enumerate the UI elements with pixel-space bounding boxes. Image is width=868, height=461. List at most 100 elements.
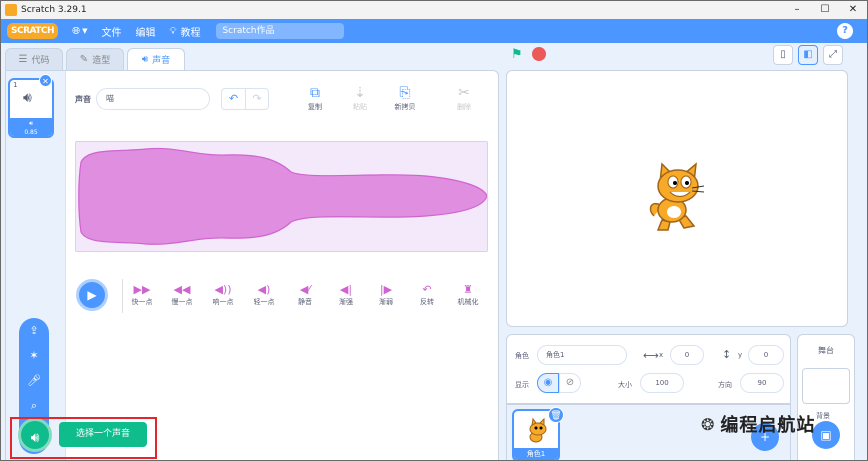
effect-reverse-label: 反转 <box>420 298 434 306</box>
effect-faster-label: 快一点 <box>131 298 153 306</box>
sprite-item-label: 角色1 <box>514 448 558 460</box>
sound-name-input[interactable]: 喵 <box>96 88 210 110</box>
paste-label: 粘贴 <box>353 103 367 111</box>
effect-faster[interactable]: ▶▶ 快一点 <box>122 283 162 307</box>
project-title-input[interactable]: Scratch作品 <box>216 23 345 39</box>
wechat-icon: ❂ <box>701 414 715 434</box>
large-stage-button[interactable]: ◧ <box>798 45 818 65</box>
paste-button[interactable]: ⇣ 粘贴 <box>340 85 380 112</box>
new-copy-icon: ⎘ <box>399 85 411 101</box>
sound-list: 1 🔊︎ 🔊︎ 0.85 ✕ ⇪ ✶ 🎤︎ ⌕ 🔊︎ <box>6 71 66 460</box>
effect-slower[interactable]: ◀◀ 慢一点 <box>162 283 202 307</box>
effect-fade-in-label: 渐强 <box>339 298 353 306</box>
edit-menu-label: 编辑 <box>135 27 156 39</box>
stage[interactable] <box>506 70 848 327</box>
window-title: Scratch 3.29.1 <box>21 5 87 15</box>
slower-icon: ◀◀ <box>173 283 191 296</box>
sprite-name-label: 角色 <box>515 352 529 360</box>
add-backdrop-button[interactable]: ▣ <box>812 421 840 449</box>
sound-duration: 0.85 <box>24 129 38 136</box>
watermark: ❂ 编程启航站 <box>701 411 815 437</box>
faster-icon: ▶▶ <box>133 283 151 296</box>
app-window: Scratch 3.29.1 – ☐ ✕ SCRATCH 🌐︎ ▼ 文件 编辑 💡… <box>0 0 868 461</box>
waveform-area[interactable] <box>75 141 488 252</box>
show-hidden-button[interactable]: ⊘ <box>559 373 581 393</box>
green-flag-icon[interactable]: ⚑ <box>511 47 523 62</box>
scratch-logo[interactable]: SCRATCH <box>7 23 59 39</box>
search-icon[interactable]: ⌕ <box>19 399 49 413</box>
copy-button[interactable]: ⧉ 复制 <box>295 85 335 112</box>
editor-tabs: ☰ 代码 ✎ 造型 🔊︎ 声音 <box>5 48 188 70</box>
y-label: y <box>738 351 743 359</box>
help-icon[interactable]: ? <box>837 23 853 39</box>
stage-selector[interactable]: 舞台 背景 ▣ <box>797 334 855 460</box>
softer-icon: ◀) <box>257 283 271 296</box>
sound-editor-panel: 1 🔊︎ 🔊︎ 0.85 ✕ ⇪ ✶ 🎤︎ ⌕ 🔊︎ 选择一个声音 声音 喵 ↶… <box>5 70 499 460</box>
delete-sprite-icon[interactable]: 🗑︎ <box>548 407 564 423</box>
microphone-icon[interactable]: 🎤︎ <box>19 374 49 387</box>
eye-icon: ◉ <box>543 377 553 388</box>
effect-slower-label: 慢一点 <box>171 298 193 306</box>
fullscreen-button[interactable]: ⤢ <box>823 45 843 65</box>
large-stage-icon: ◧ <box>803 49 813 60</box>
tutorials-menu[interactable]: 💡︎ 教程 <box>169 24 200 39</box>
x-arrows-icon: ⟷ <box>643 349 659 362</box>
edit-menu[interactable]: 编辑 <box>135 24 155 39</box>
effect-fade-out[interactable]: |▶ 渐弱 <box>366 283 406 307</box>
play-icon: ▶ <box>87 288 97 302</box>
tab-code[interactable]: ☰ 代码 <box>5 48 63 70</box>
maximize-button[interactable]: ☐ <box>811 1 839 19</box>
bulb-icon: 💡︎ <box>169 25 177 37</box>
y-input[interactable]: 0 <box>748 345 784 365</box>
stage-title: 舞台 <box>818 346 834 355</box>
size-input[interactable]: 100 <box>640 373 684 393</box>
small-stage-button[interactable]: ▯ <box>773 45 793 65</box>
play-button[interactable]: ▶ <box>76 279 108 311</box>
waveform <box>78 147 488 245</box>
paste-icon: ⇣ <box>354 85 366 101</box>
image-plus-icon: ▣ <box>820 428 832 442</box>
sprite-name-input[interactable]: 角色1 <box>537 345 627 365</box>
file-menu-label: 文件 <box>101 27 122 39</box>
app-logo-icon <box>5 4 17 16</box>
show-visible-button[interactable]: ◉ <box>537 373 559 393</box>
close-button[interactable]: ✕ <box>839 1 867 19</box>
tab-code-label: 代码 <box>31 56 50 66</box>
tab-costumes-label: 造型 <box>92 56 111 66</box>
sound-index: 1 <box>13 81 18 89</box>
undo-icon[interactable]: ↶ <box>222 89 245 109</box>
surprise-icon[interactable]: ✶ <box>19 349 49 362</box>
stop-icon[interactable] <box>532 47 546 61</box>
effect-louder-label: 响一点 <box>212 298 234 306</box>
title-bar: Scratch 3.29.1 – ☐ ✕ <box>1 1 867 19</box>
code-icon: ☰ <box>18 54 28 65</box>
delete-button[interactable]: ✂ 删除 <box>444 85 484 112</box>
effect-louder[interactable]: ◀)) 响一点 <box>203 283 243 307</box>
new-copy-button[interactable]: ⎘ 新拷贝 <box>385 85 425 112</box>
file-menu[interactable]: 文件 <box>101 24 121 39</box>
louder-icon: ◀)) <box>214 283 232 296</box>
upload-icon[interactable]: ⇪ <box>19 324 49 337</box>
tab-sounds[interactable]: 🔊︎ 声音 <box>127 48 185 70</box>
effect-mute[interactable]: ◀⁄ 静音 <box>285 283 325 307</box>
language-menu[interactable]: 🌐︎ ▼ <box>72 26 87 37</box>
direction-label: 方向 <box>718 381 732 389</box>
effect-softer-label: 轻一点 <box>253 298 275 306</box>
delete-sound-icon[interactable]: ✕ <box>39 74 52 87</box>
effect-softer[interactable]: ◀) 轻一点 <box>244 283 284 307</box>
x-input[interactable]: 0 <box>670 345 704 365</box>
effect-fade-in[interactable]: ◀| 渐强 <box>326 283 366 307</box>
sound-name-label: 声音 <box>75 95 91 104</box>
tab-costumes[interactable]: ✎ 造型 <box>66 48 124 70</box>
effect-robot[interactable]: ♜ 机械化 <box>448 283 488 307</box>
show-label: 显示 <box>515 381 529 389</box>
effect-reverse[interactable]: ↶ 反转 <box>407 283 447 307</box>
speaker-small-icon: 🔊︎ <box>29 120 33 127</box>
minimize-button[interactable]: – <box>783 1 811 19</box>
copy-label: 复制 <box>308 103 322 111</box>
redo-icon[interactable]: ↷ <box>244 89 268 109</box>
cat-sprite[interactable] <box>640 158 720 238</box>
watermark-text: 编程启航站 <box>720 415 816 436</box>
direction-input[interactable]: 90 <box>740 373 784 393</box>
speaker-icon: 🔊︎ <box>141 54 149 65</box>
